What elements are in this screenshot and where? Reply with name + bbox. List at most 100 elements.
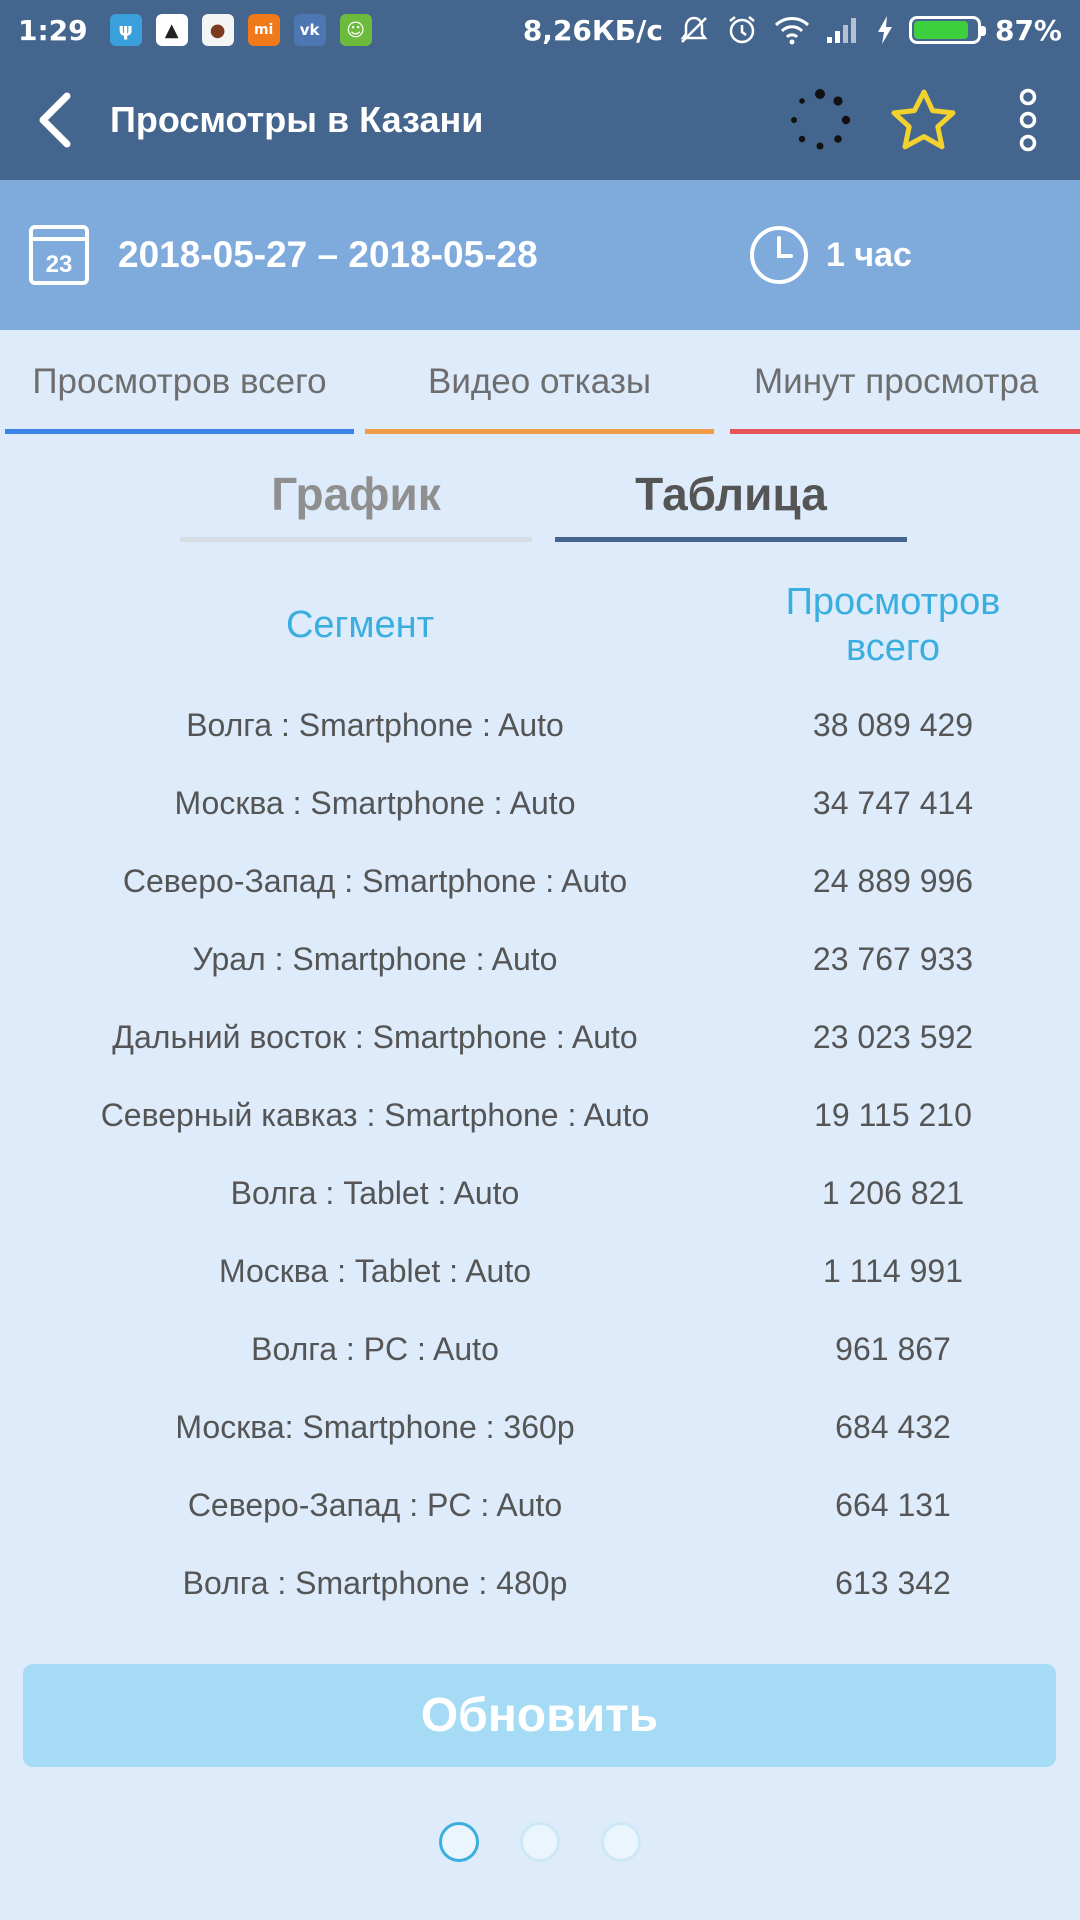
- signal-icon: [826, 18, 856, 43]
- tab-watch-minutes-label: Минут просмотра: [754, 362, 1039, 401]
- more-vert-icon: [1019, 88, 1037, 152]
- segment-cell: Москва: Smartphone : 360p: [175, 1408, 575, 1445]
- period-text: 1 час: [826, 235, 912, 274]
- app-actions: [768, 60, 1080, 180]
- table-row: Волга : PC : Auto 961 867: [0, 1310, 1080, 1388]
- tab-video-bounces[interactable]: Видео отказы: [365, 330, 714, 434]
- charging-icon: [877, 16, 892, 44]
- date-range-bar[interactable]: 23 2018-05-27 – 2018-05-28 1 час: [0, 180, 1080, 330]
- app-bar: Просмотры в Казани: [0, 60, 1080, 180]
- date-range-text: 2018-05-27 – 2018-05-28: [118, 234, 538, 275]
- wifi-icon: [774, 17, 810, 45]
- loading-spinner-icon: [791, 89, 851, 150]
- loading-indicator: [768, 60, 872, 180]
- segment-cell: Москва : Smartphone : Auto: [174, 784, 576, 821]
- views-cell: 23 023 592: [812, 1018, 974, 1055]
- table-row: Волга : Smartphone : 480p 613 342: [0, 1544, 1080, 1622]
- page-dot[interactable]: [601, 1822, 641, 1862]
- period-selector[interactable]: 1 час: [748, 180, 912, 330]
- tab-total-views[interactable]: Просмотров всего: [5, 330, 354, 434]
- views-cell: 613 342: [835, 1564, 951, 1601]
- vk-icon: vk: [293, 14, 326, 46]
- table-row: Москва : Smartphone : Auto 34 747 414: [0, 764, 1080, 842]
- views-cell: 19 115 210: [814, 1096, 972, 1133]
- network-speed: 8,26КБ/с: [522, 13, 663, 47]
- tab-chart-underline: [180, 537, 532, 542]
- table-row: Москва: Smartphone : 360p 684 432: [0, 1388, 1080, 1466]
- tab-chart[interactable]: График: [180, 446, 532, 542]
- page-dot[interactable]: [520, 1822, 560, 1862]
- star-icon: [891, 89, 956, 150]
- segment-cell: Северный кавказ : Smartphone : Auto: [100, 1096, 650, 1133]
- table-header: Сегмент Просмотров всего: [0, 576, 1080, 676]
- views-cell: 23 767 933: [812, 940, 974, 977]
- table-row: Дальний восток : Smartphone : Auto 23 023…: [0, 998, 1080, 1076]
- views-cell: 34 747 414: [812, 784, 974, 821]
- segment-cell: Волга : Smartphone : 480p: [182, 1564, 568, 1601]
- segment-cell: Северо-Запад : Smartphone : Auto: [122, 862, 628, 899]
- tab-watch-minutes-indicator: [730, 429, 1080, 434]
- views-cell: 1 114 991: [823, 1252, 963, 1289]
- tab-table-underline: [555, 537, 907, 542]
- table-row: Москва : Tablet : Auto 1 114 991: [0, 1232, 1080, 1310]
- segment-cell: Северо-Запад : PC : Auto: [187, 1486, 563, 1523]
- update-button-label: Обновить: [420, 1689, 659, 1742]
- views-cell: 24 889 996: [812, 862, 974, 899]
- table-body: Волга : Smartphone : Auto 38 089 429 Москв…: [0, 686, 1080, 1622]
- segment-cell: Дальний восток : Smartphone : Auto: [112, 1018, 638, 1055]
- table-row: Волга : Tablet : Auto 1 206 821: [0, 1154, 1080, 1232]
- column-header-views-line1: Просмотров: [785, 581, 1001, 624]
- page-title: Просмотры в Казани: [110, 99, 484, 140]
- update-button[interactable]: Обновить: [23, 1664, 1056, 1767]
- tab-watch-minutes[interactable]: Минут просмотра: [730, 330, 1080, 434]
- views-cell: 664 131: [835, 1486, 951, 1523]
- tab-chart-label: График: [271, 468, 441, 520]
- page-dot[interactable]: [439, 1822, 479, 1862]
- usb-icon: ψ: [109, 14, 142, 46]
- calendar-day: 23: [46, 251, 73, 278]
- tab-video-bounces-indicator: [365, 429, 714, 434]
- notification-icons: ψ ▲ ● mi vk ☺: [109, 14, 372, 46]
- android-app-icon: ☺: [339, 14, 372, 46]
- segment-cell: Москва : Tablet : Auto: [218, 1252, 532, 1289]
- tab-total-views-label: Просмотров всего: [32, 362, 327, 401]
- guard-app-icon: ●: [201, 14, 234, 46]
- battery-icon: [908, 16, 986, 44]
- mute-bell-icon: [680, 16, 708, 43]
- pagination-dots: [0, 1822, 1080, 1862]
- views-cell: 1 206 821: [821, 1174, 965, 1211]
- table-row: Северный кавказ : Smartphone : Auto 19 11…: [0, 1076, 1080, 1154]
- battery-level: [913, 21, 968, 39]
- views-cell: 684 432: [835, 1408, 951, 1445]
- calendar-icon: 23: [29, 225, 89, 285]
- status-bar: 1:29 ψ ▲ ● mi vk ☺ 8,26КБ/с 87%: [0, 0, 1080, 60]
- tab-table[interactable]: Таблица: [555, 446, 907, 542]
- table-row: Северо-Запад : Smartphone : Auto 24 889 9…: [0, 842, 1080, 920]
- back-arrow-icon: [39, 92, 71, 148]
- tab-total-views-indicator: [5, 429, 354, 434]
- alarm-clock-icon: [729, 16, 755, 44]
- segment-cell: Урал : Smartphone : Auto: [192, 940, 558, 977]
- table-row: Урал : Smartphone : Auto 23 767 933: [0, 920, 1080, 998]
- clock-icon: [750, 226, 808, 284]
- favorite-button[interactable]: [872, 60, 976, 180]
- mi-app-icon: mi: [247, 14, 280, 46]
- tab-table-label: Таблица: [635, 468, 827, 520]
- status-right: 8,26КБ/с 87%: [523, 13, 1062, 47]
- column-header-segment-label: Сегмент: [285, 604, 435, 647]
- views-cell: 961 867: [835, 1330, 951, 1367]
- tab-video-bounces-label: Видео отказы: [427, 362, 652, 401]
- segment-cell: Волга : Tablet : Auto: [230, 1174, 520, 1211]
- metric-tabs: Просмотров всего Видео отказы Минут прос…: [0, 330, 1080, 434]
- views-cell: 38 089 429: [812, 706, 974, 743]
- segment-cell: Волга : Smartphone : Auto: [186, 706, 564, 743]
- segment-cell: Волга : PC : Auto: [251, 1330, 499, 1367]
- battery-percent: 87%: [994, 13, 1062, 47]
- column-header-views-line2: всего: [845, 627, 941, 669]
- more-options-button[interactable]: [976, 60, 1080, 180]
- column-header-segment[interactable]: Сегмент: [30, 576, 690, 676]
- table-row: Северо-Запад : PC : Auto 664 131: [0, 1466, 1080, 1544]
- column-header-views[interactable]: Просмотров всего: [758, 576, 1028, 676]
- back-button[interactable]: [0, 60, 110, 180]
- status-time: 1:29: [18, 13, 88, 47]
